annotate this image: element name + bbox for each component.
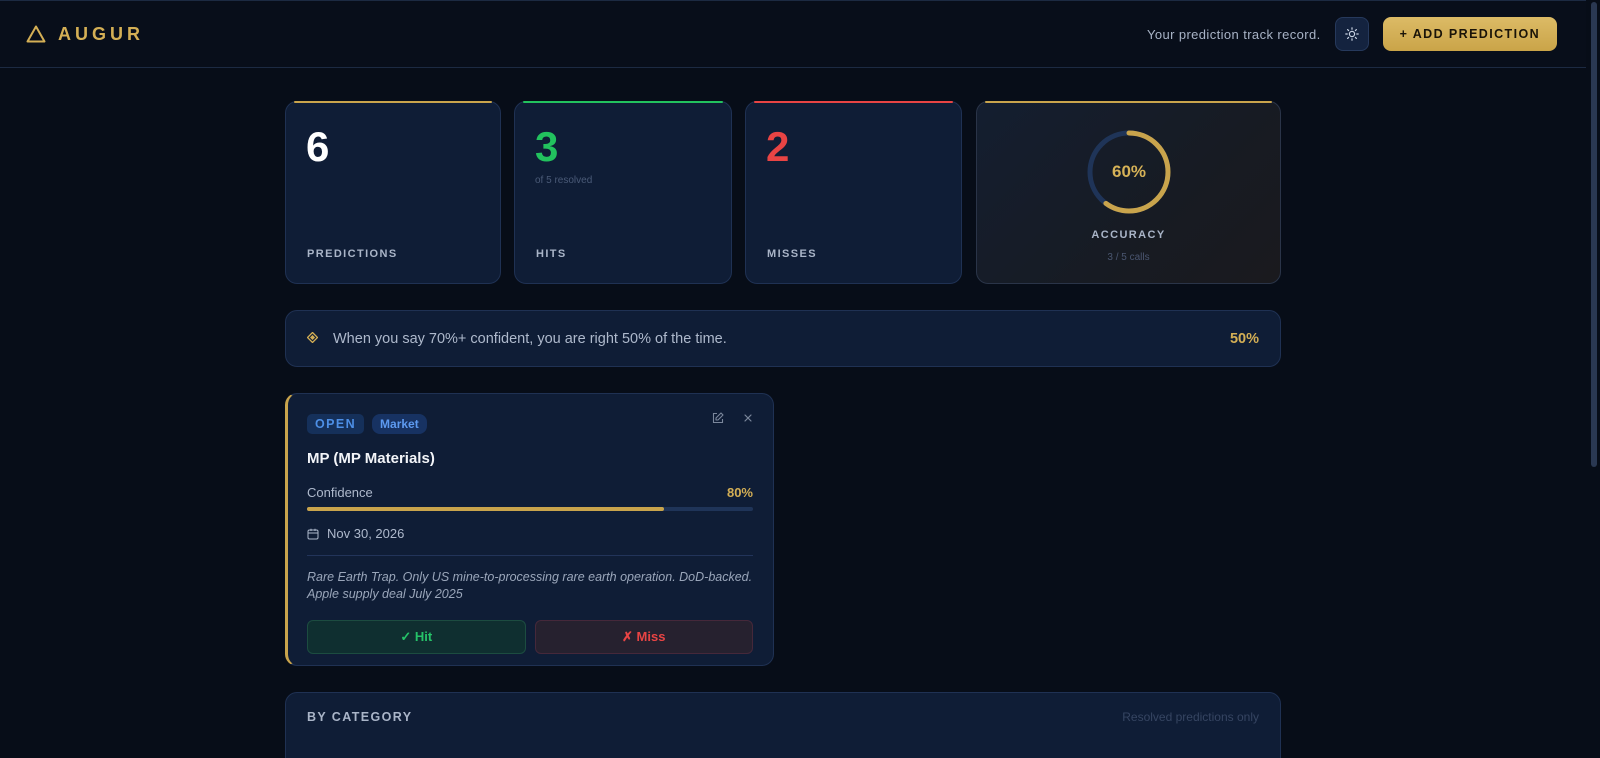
accuracy-label: ACCURACY: [1091, 229, 1166, 241]
card-accent-line: [523, 101, 723, 103]
divider: [307, 555, 753, 556]
card-accent-line: [985, 101, 1272, 103]
edit-icon[interactable]: [712, 412, 724, 424]
prediction-title: MP (MP Materials): [307, 450, 435, 467]
add-prediction-button[interactable]: + ADD PREDICTION: [1382, 17, 1557, 51]
stat-card-hits: 3 of 5 resolved HITS: [514, 101, 732, 284]
insight-value: 50%: [1229, 330, 1259, 347]
hits-sub: of 5 resolved: [535, 175, 593, 186]
close-icon[interactable]: [742, 412, 754, 424]
mark-hit-button[interactable]: ✓ Hit: [307, 620, 526, 654]
accuracy-sub: 3 / 5 calls: [1107, 252, 1150, 263]
calendar-icon: [307, 528, 319, 539]
scrollbar-thumb[interactable]: [1591, 2, 1597, 467]
brand-name: AUGUR: [58, 23, 144, 44]
stat-card-accuracy: 60% ACCURACY 3 / 5 calls: [976, 101, 1281, 284]
card-accent-line: [294, 101, 492, 103]
triangle-icon: [26, 25, 46, 43]
calibration-insight: When you say 70%+ confident, you are rig…: [285, 310, 1281, 367]
misses-label: MISSES: [767, 248, 817, 260]
prediction-notes: Rare Earth Trap. Only US mine-to-process…: [307, 570, 753, 601]
predictions-count: 6: [306, 123, 330, 170]
hits-label: HITS: [536, 248, 567, 260]
scrollbar[interactable]: [1586, 0, 1600, 758]
confidence-bar: [307, 507, 753, 511]
diamond-icon: [306, 331, 319, 346]
by-category-note: Resolved predictions only: [1122, 710, 1259, 724]
insight-text: When you say 70%+ confident, you are rig…: [333, 330, 727, 347]
due-date: Nov 30, 2026: [327, 526, 405, 541]
by-category-title: BY CATEGORY: [307, 710, 413, 724]
tagline: Your prediction track record.: [1146, 26, 1321, 42]
prediction-card: OPEN Market MP (MP Materials) Confidence…: [285, 393, 774, 666]
predictions-label: PREDICTIONS: [307, 248, 398, 260]
by-category-panel: BY CATEGORY Resolved predictions only: [285, 692, 1281, 758]
misses-count: 2: [766, 123, 790, 170]
top-bar: AUGUR Your prediction track record. + AD…: [0, 0, 1586, 68]
stat-card-misses: 2 MISSES: [745, 101, 962, 284]
brand[interactable]: AUGUR: [26, 24, 144, 45]
accuracy-value: 60%: [1111, 162, 1147, 181]
theme-toggle-button[interactable]: [1334, 17, 1369, 51]
confidence-value: 80%: [726, 485, 753, 500]
hits-count: 3: [535, 123, 559, 170]
confidence-label: Confidence: [307, 485, 373, 500]
card-accent-line: [754, 101, 953, 103]
confidence-bar-fill: [307, 507, 664, 511]
sun-icon: [1344, 27, 1359, 41]
status-badge: OPEN: [307, 414, 365, 434]
category-badge: Market: [372, 414, 427, 434]
mark-miss-button[interactable]: ✗ Miss: [534, 620, 753, 654]
stat-card-predictions: 6 PREDICTIONS: [285, 101, 501, 284]
